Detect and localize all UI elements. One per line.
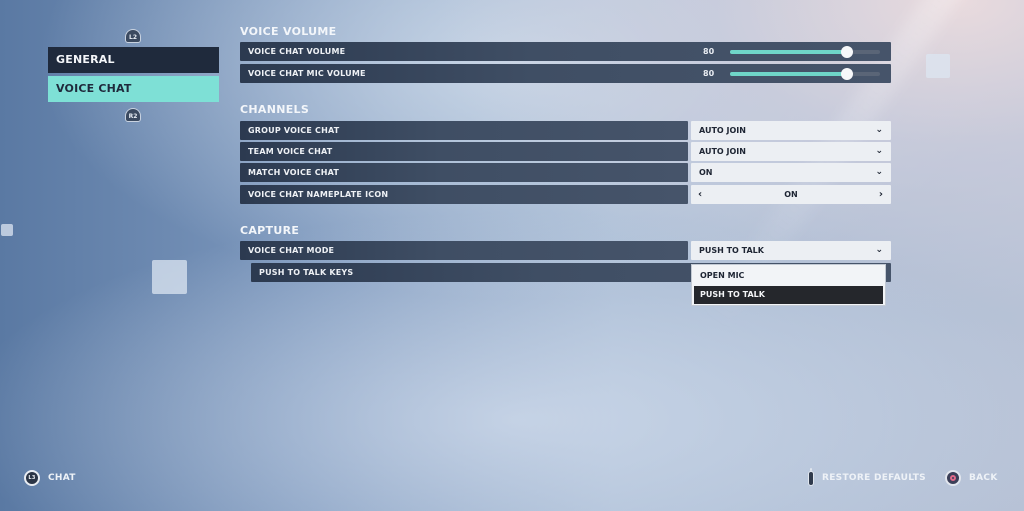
circle-button-icon	[945, 470, 961, 486]
voice-chat-mic-volume-value: 80	[703, 69, 715, 78]
section-title-capture: CAPTURE	[240, 224, 300, 237]
setting-label: VOICE CHAT VOLUME	[248, 47, 346, 56]
arrow-right-icon[interactable]: ›	[879, 185, 883, 204]
nameplate-icon-selector[interactable]: ‹ ON ›	[691, 185, 891, 204]
touchpad-icon	[808, 467, 814, 486]
voice-chat-mic-volume-slider[interactable]	[730, 68, 880, 80]
chevron-down-icon: ⌄	[875, 146, 883, 156]
decorative-square	[1, 224, 13, 236]
arrow-left-icon[interactable]: ‹	[698, 185, 702, 204]
match-voice-chat-select[interactable]: ON ⌄	[691, 163, 891, 182]
chat-button[interactable]: L3 CHAT	[24, 469, 76, 487]
setting-row-match-voice-chat: MATCH VOICE CHAT	[240, 163, 688, 182]
slider-fill	[730, 72, 847, 76]
voice-chat-volume-slider[interactable]	[730, 46, 880, 58]
dropdown-option-open-mic[interactable]: OPEN MIC	[694, 267, 883, 285]
restore-defaults-button[interactable]: RESTORE DEFAULTS	[808, 467, 926, 487]
decorative-square	[152, 260, 187, 294]
section-title-voice-volume: VOICE VOLUME	[240, 25, 337, 38]
setting-label: PUSH TO TALK KEYS	[259, 268, 354, 277]
chat-label: CHAT	[48, 473, 76, 483]
slider-fill	[730, 50, 847, 54]
setting-label: VOICE CHAT MIC VOLUME	[248, 69, 366, 78]
chevron-down-icon: ⌄	[875, 167, 883, 177]
chevron-down-icon: ⌄	[875, 125, 883, 135]
back-button[interactable]: BACK	[945, 469, 998, 487]
chevron-down-icon: ⌄	[875, 245, 883, 255]
select-value: PUSH TO TALK	[699, 246, 764, 255]
r2-bumper-icon[interactable]: R2	[125, 108, 141, 122]
select-value: AUTO JOIN	[699, 126, 746, 135]
slider-knob[interactable]	[841, 46, 853, 58]
team-voice-chat-select[interactable]: AUTO JOIN ⌄	[691, 142, 891, 161]
dropdown-option-push-to-talk[interactable]: PUSH TO TALK	[694, 286, 883, 304]
sidebar-tab-voice-chat[interactable]: VOICE CHAT	[48, 76, 219, 102]
l3-button-icon: L3	[24, 470, 40, 486]
setting-row-group-voice-chat: GROUP VOICE CHAT	[240, 121, 688, 140]
decorative-square	[926, 54, 950, 78]
setting-label: TEAM VOICE CHAT	[248, 147, 333, 156]
setting-label: VOICE CHAT MODE	[248, 246, 335, 255]
restore-defaults-label: RESTORE DEFAULTS	[822, 473, 926, 483]
sidebar-tab-general[interactable]: GENERAL	[48, 47, 219, 73]
setting-row-voice-chat-mode: VOICE CHAT MODE	[240, 241, 688, 260]
voice-chat-volume-value: 80	[703, 47, 715, 56]
group-voice-chat-select[interactable]: AUTO JOIN ⌄	[691, 121, 891, 140]
setting-row-nameplate-icon: VOICE CHAT NAMEPLATE ICON	[240, 185, 688, 204]
section-title-channels: CHANNELS	[240, 103, 310, 116]
l2-bumper-icon[interactable]: L2	[125, 29, 141, 43]
select-value: AUTO JOIN	[699, 147, 746, 156]
voice-chat-mode-dropdown: OPEN MIC PUSH TO TALK	[691, 264, 886, 306]
setting-row-team-voice-chat: TEAM VOICE CHAT	[240, 142, 688, 161]
setting-label: VOICE CHAT NAMEPLATE ICON	[248, 190, 389, 199]
back-label: BACK	[969, 473, 998, 483]
select-value: ON	[699, 168, 713, 177]
voice-chat-mode-select[interactable]: PUSH TO TALK ⌄	[691, 241, 891, 260]
setting-label: GROUP VOICE CHAT	[248, 126, 340, 135]
setting-label: MATCH VOICE CHAT	[248, 168, 340, 177]
slider-knob[interactable]	[841, 68, 853, 80]
selector-value: ON	[784, 190, 798, 199]
